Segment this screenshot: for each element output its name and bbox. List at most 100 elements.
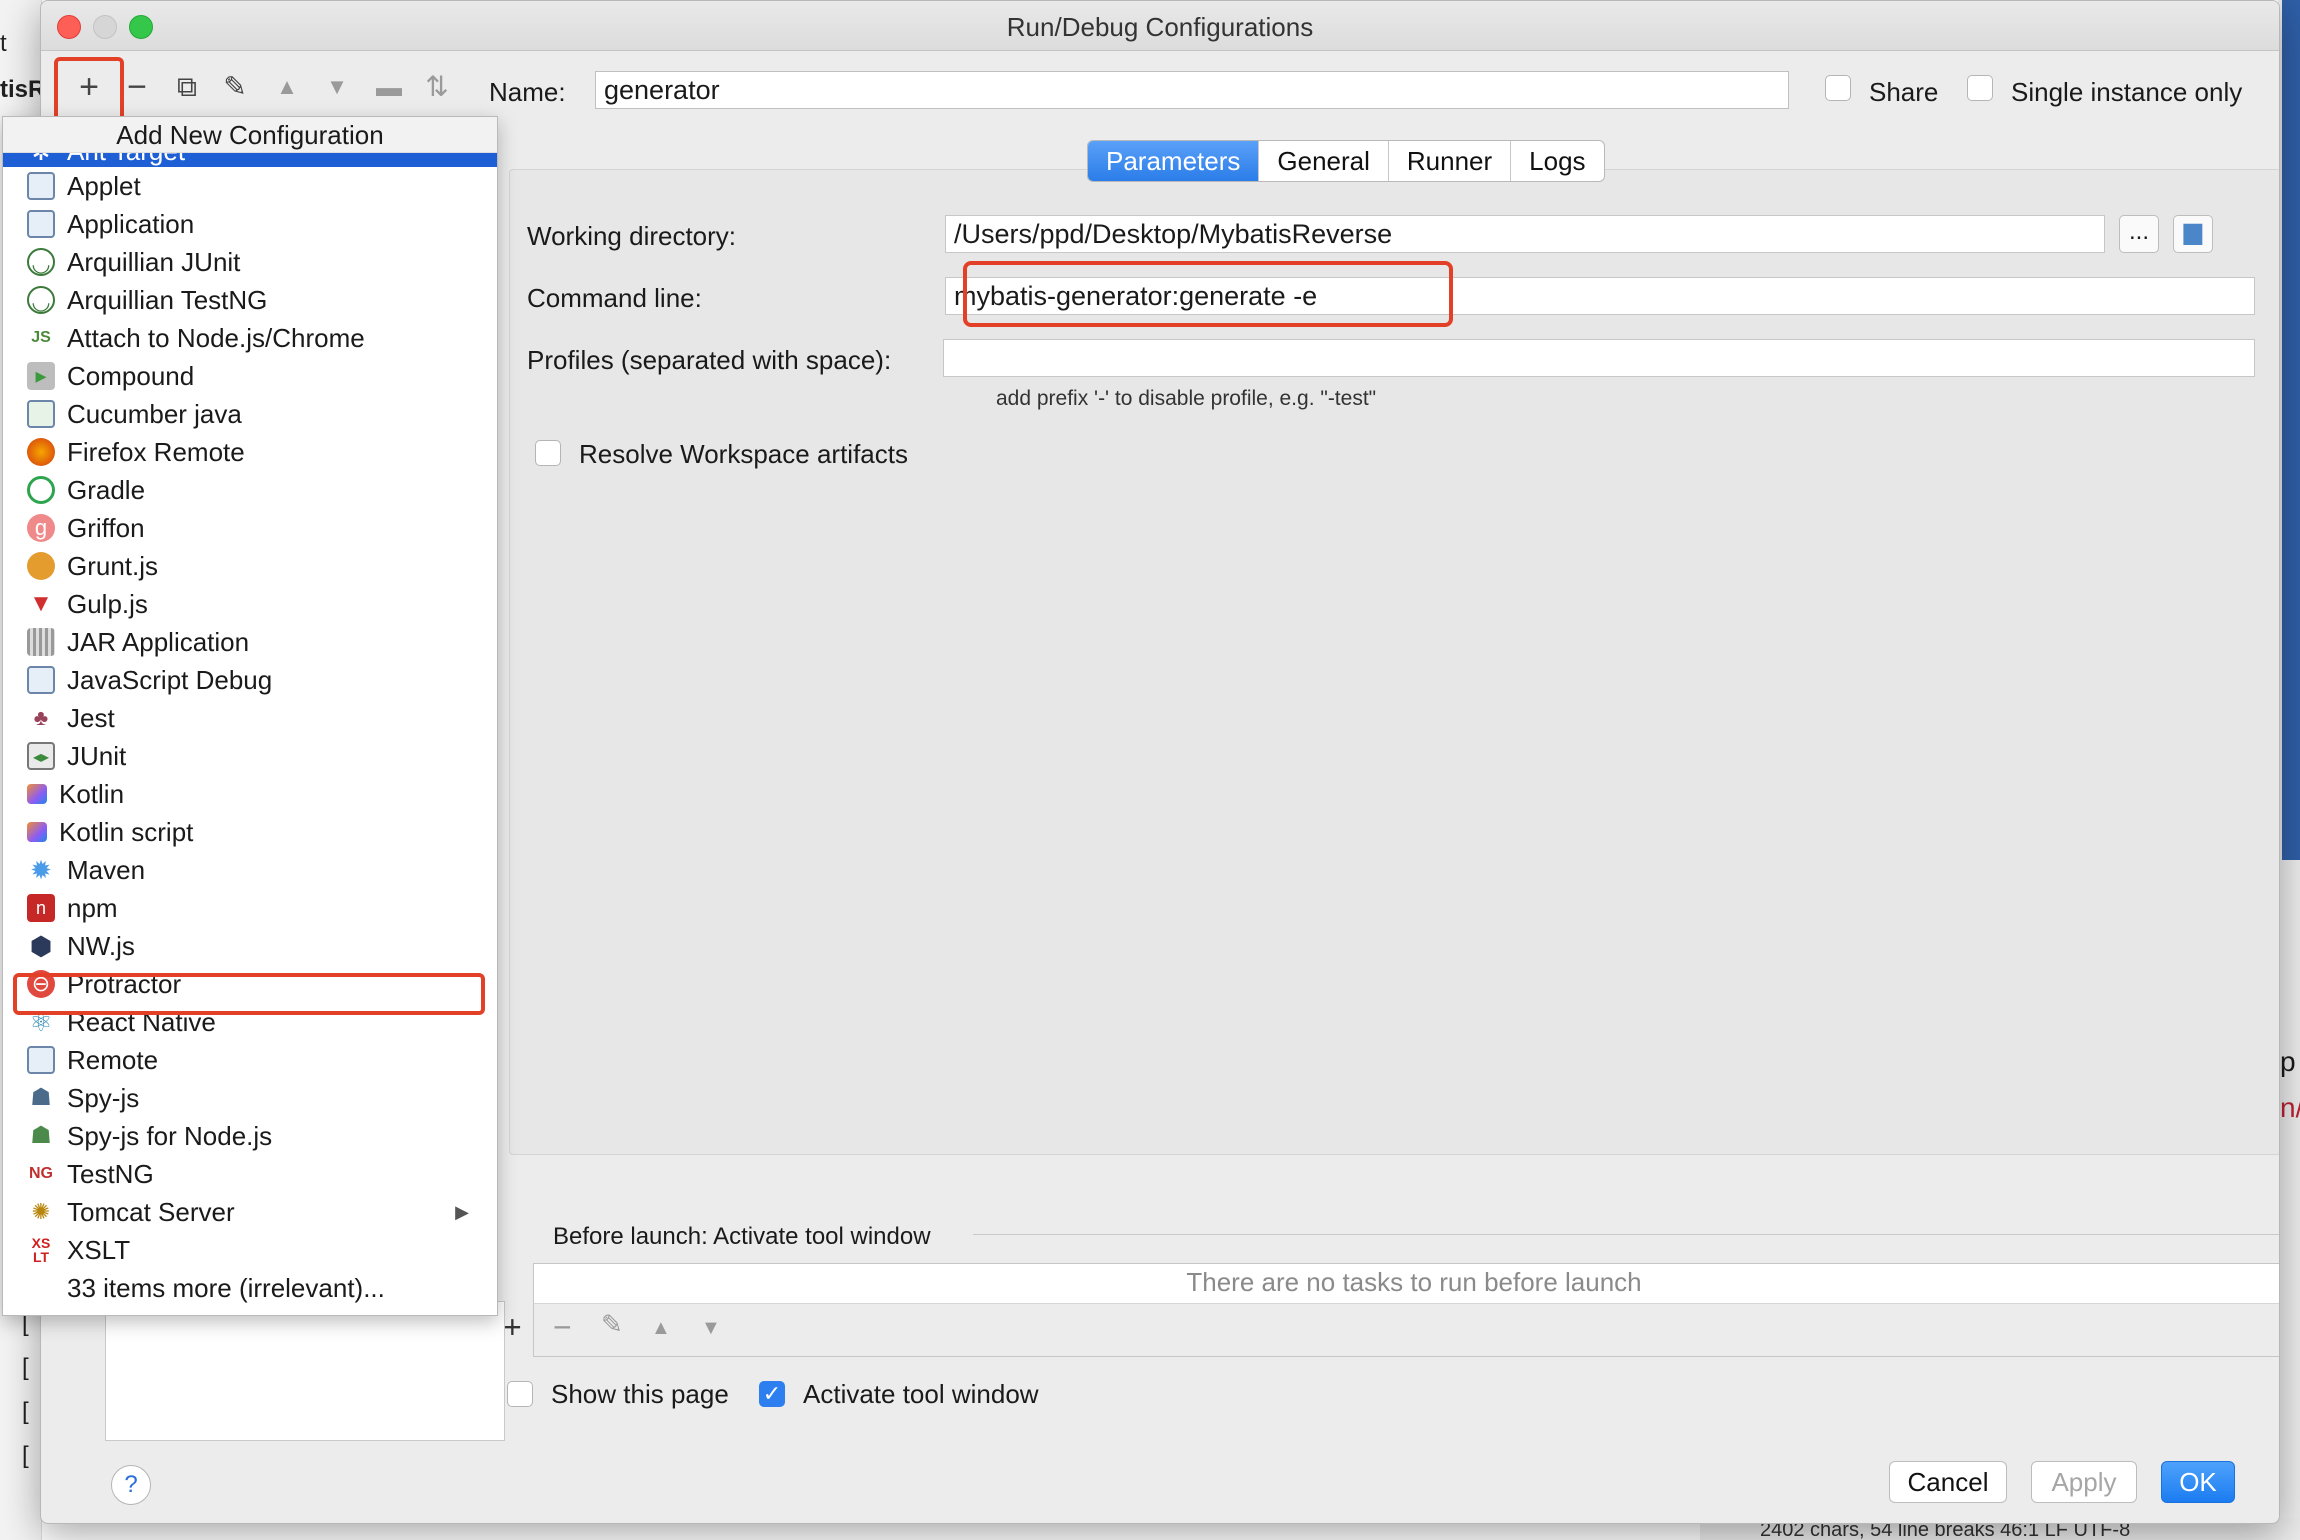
resolve-workspace-label: Resolve Workspace artifacts <box>579 439 908 469</box>
before-launch-toolbar <box>533 1303 2279 1357</box>
move-task-down-icon[interactable]: ▼ <box>701 1317 721 1340</box>
kotlin-icon <box>27 822 47 842</box>
configuration-type-list: ✲Ant Target Applet Application ◡Arquilli… <box>3 153 497 1307</box>
add-task-icon[interactable]: + <box>503 1309 522 1346</box>
list-item-griffon[interactable]: g Griffon <box>3 509 497 547</box>
gulp-icon: ▼ <box>29 590 53 617</box>
name-input[interactable]: generator <box>595 71 1789 109</box>
activate-tool-window-label: Activate tool window <box>803 1379 1039 1409</box>
npm-icon: n <box>27 894 55 922</box>
help-button[interactable]: ? <box>111 1465 151 1505</box>
copy-configuration-icon[interactable]: ⧉ <box>169 67 205 107</box>
bg-fragment: [ <box>22 1442 29 1469</box>
list-item-remote[interactable]: Remote <box>3 1041 497 1079</box>
tab-parameters[interactable]: Parameters <box>1088 141 1260 181</box>
ant-icon: ✲ <box>27 153 55 167</box>
tab-logs[interactable]: Logs <box>1511 141 1603 181</box>
remove-task-icon[interactable]: − <box>553 1309 572 1346</box>
junit-icon: ◂▸ <box>27 742 55 770</box>
tab-bar: Parameters General Runner Logs <box>1087 140 1605 182</box>
list-item-firefox-remote[interactable]: Firefox Remote <box>3 433 497 471</box>
list-item-spy-js[interactable]: ☗ Spy-js <box>3 1079 497 1117</box>
list-item-ant-target[interactable]: ✲Ant Target <box>3 153 497 167</box>
spyjs-icon: ☗ <box>30 1084 52 1111</box>
list-item-jar-application[interactable]: JAR Application <box>3 623 497 661</box>
tab-general[interactable]: General <box>1259 141 1389 181</box>
edit-task-icon[interactable]: ✎ <box>601 1309 623 1340</box>
arquillian-icon: ◡ <box>27 286 55 314</box>
remove-configuration-button[interactable]: − <box>119 67 155 107</box>
list-item-jest[interactable]: ♣ Jest <box>3 699 497 737</box>
popup-title: Add New Configuration <box>3 117 497 153</box>
list-item-gulp[interactable]: ▼ Gulp.js <box>3 585 497 623</box>
list-item-spy-js-node[interactable]: ☗ Spy-js for Node.js <box>3 1117 497 1155</box>
add-new-configuration-popup: Add New Configuration ✲Ant Target Applet… <box>2 116 498 1316</box>
list-item-more[interactable]: 33 items more (irrelevant)... <box>3 1269 497 1307</box>
list-item-junit[interactable]: ◂▸ JUnit <box>3 737 497 775</box>
scrollbar <box>2282 0 2300 860</box>
folder-icon[interactable]: ▬ <box>371 67 407 107</box>
list-item-nwjs[interactable]: ⬢ NW.js <box>3 927 497 965</box>
browse-button[interactable]: ... <box>2119 215 2159 253</box>
add-button-highlight <box>54 57 124 123</box>
list-item-kotlin[interactable]: Kotlin <box>3 775 497 813</box>
list-item-kotlin-script[interactable]: Kotlin script <box>3 813 497 851</box>
list-item-attach-nodejs[interactable]: JS Attach to Node.js/Chrome <box>3 319 497 357</box>
single-instance-checkbox[interactable] <box>1967 75 1993 101</box>
activate-tool-window-checkbox[interactable]: ✓ <box>759 1381 785 1407</box>
list-item-npm[interactable]: n npm <box>3 889 497 927</box>
spyjs-icon: ☗ <box>30 1122 52 1149</box>
sort-icon[interactable]: ⇅ <box>419 67 455 107</box>
move-task-up-icon[interactable]: ▲ <box>651 1317 671 1340</box>
firefox-icon <box>27 438 55 466</box>
command-line-label: Command line: <box>527 283 702 313</box>
cancel-button[interactable]: Cancel <box>1889 1461 2007 1503</box>
share-checkbox[interactable] <box>1825 75 1851 101</box>
list-item-arquillian-testng[interactable]: ◡ Arquillian TestNG <box>3 281 497 319</box>
title-bar: Run/Debug Configurations <box>41 1 2279 51</box>
move-down-icon[interactable]: ▼ <box>319 67 355 107</box>
tab-runner[interactable]: Runner <box>1389 141 1512 181</box>
move-up-icon[interactable]: ▲ <box>269 67 305 107</box>
before-launch-label: Before launch: Activate tool window <box>553 1223 931 1250</box>
profiles-input[interactable] <box>943 339 2255 377</box>
nwjs-icon: ⬢ <box>29 931 53 961</box>
edit-defaults-icon[interactable]: ✎ <box>217 67 253 107</box>
profiles-label: Profiles (separated with space): <box>527 345 892 375</box>
ok-button[interactable]: OK <box>2161 1461 2235 1503</box>
list-item-grunt[interactable]: Grunt.js <box>3 547 497 585</box>
arquillian-icon: ◡ <box>27 248 55 276</box>
list-item-applet[interactable]: Applet <box>3 167 497 205</box>
cucumber-icon <box>27 400 55 428</box>
applet-icon <box>27 172 55 200</box>
grunt-icon <box>27 552 55 580</box>
list-item-gradle[interactable]: Gradle <box>3 471 497 509</box>
profiles-hint: add prefix '-' to disable profile, e.g. … <box>996 387 1377 410</box>
working-directory-input[interactable]: /Users/ppd/Desktop/MybatisReverse <box>945 215 2105 253</box>
bg-fragment: t <box>0 30 7 57</box>
configuration-tree[interactable] <box>105 1301 505 1441</box>
list-item-cucumber-java[interactable]: Cucumber java <box>3 395 497 433</box>
apply-button[interactable]: Apply <box>2031 1461 2137 1503</box>
single-instance-label: Single instance only <box>2011 77 2243 107</box>
submenu-arrow-icon: ▶ <box>455 1201 469 1222</box>
list-item-compound[interactable]: ▸ Compound <box>3 357 497 395</box>
share-label: Share <box>1869 77 1939 107</box>
kotlin-icon <box>27 784 47 804</box>
module-folder-icon[interactable]: ▆ <box>2173 215 2213 253</box>
js-debug-icon <box>27 666 55 694</box>
tomcat-icon: ✺ <box>31 1199 51 1224</box>
list-item-tomcat-server[interactable]: ✺ Tomcat Server ▶ <box>3 1193 497 1231</box>
testng-icon: NG <box>29 1165 53 1182</box>
resolve-workspace-checkbox[interactable] <box>535 440 561 466</box>
before-launch-separator <box>973 1234 2279 1235</box>
list-item-arquillian-junit[interactable]: ◡ Arquillian JUnit <box>3 243 497 281</box>
list-item-xslt[interactable]: XS LT XSLT <box>3 1231 497 1269</box>
list-item-application[interactable]: Application <box>3 205 497 243</box>
list-item-maven[interactable]: ✹ Maven <box>3 851 497 889</box>
show-page-checkbox[interactable] <box>507 1381 533 1407</box>
bg-fragment: tisR <box>0 76 46 103</box>
list-item-testng[interactable]: NG TestNG <box>3 1155 497 1193</box>
working-directory-label: Working directory: <box>527 221 737 251</box>
list-item-javascript-debug[interactable]: JavaScript Debug <box>3 661 497 699</box>
